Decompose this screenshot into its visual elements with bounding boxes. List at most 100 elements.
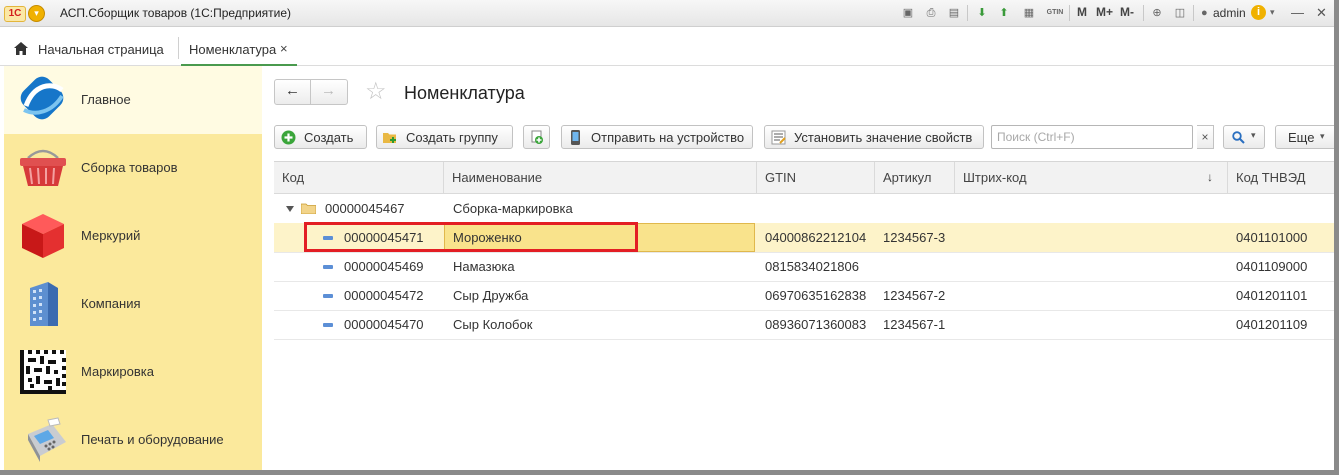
close-button[interactable]: ✕ — [1316, 5, 1327, 21]
table-row[interactable]: 00000045470 Сыр Колобок 08936071360083 1… — [274, 310, 1334, 340]
add-folder-icon — [383, 133, 396, 143]
properties-icon — [771, 130, 786, 145]
basket-icon — [20, 149, 66, 186]
cell-name: Сборка-маркировка — [453, 201, 573, 216]
copy-icon — [531, 130, 543, 144]
sidebar-item-main[interactable]: Главное — [4, 66, 262, 134]
memory-minus-button[interactable]: M- — [1120, 5, 1134, 19]
gtin-icon[interactable]: GTIN — [1046, 6, 1064, 20]
search-input[interactable]: Поиск (Ctrl+F) — [991, 125, 1193, 149]
terminal-icon — [28, 417, 66, 462]
table-row-group[interactable]: 00000045467 Сборка-маркировка — [274, 194, 1334, 224]
datamatrix-icon — [20, 350, 66, 394]
sidebar-item-label: Главное — [81, 92, 131, 107]
cell-code: 00000045467 — [325, 201, 405, 216]
preview-icon[interactable]: ▤ — [947, 6, 961, 20]
app-window: 1С ▾ АСП.Сборщик товаров (1С:Предприятие… — [0, 0, 1334, 470]
column-header-gtin[interactable]: GTIN — [757, 162, 875, 193]
zoom-icon[interactable]: ⊕ — [1150, 6, 1164, 20]
nomenclature-table: Код Наименование GTIN Артикул Штрих-код … — [274, 161, 1334, 342]
cell-article: 1234567-2 — [883, 288, 946, 303]
set-properties-label: Установить значение свойств — [794, 130, 973, 145]
info-icon[interactable]: i — [1251, 5, 1266, 20]
plus-icon — [281, 130, 296, 145]
send-to-device-button[interactable]: Отправить на устройство — [561, 125, 753, 149]
sidebar-item-label: Маркировка — [81, 364, 154, 379]
sidebar-item-assembly[interactable]: Сборка товаров — [4, 134, 262, 202]
table-row[interactable]: 00000045469 Намазюка 0815834021806 04011… — [274, 252, 1334, 282]
main-logo-icon — [20, 76, 64, 120]
cell-article: 1234567-1 — [883, 317, 946, 332]
print-icon[interactable]: ⎙ — [924, 6, 938, 20]
save-icon[interactable]: ▣ — [901, 6, 915, 20]
column-header-code[interactable]: Код — [274, 162, 444, 193]
user-icon: ● — [1201, 7, 1208, 19]
cell-code: 00000045469 — [344, 259, 424, 274]
column-header-name[interactable]: Наименование — [444, 162, 757, 193]
table-row-selected[interactable]: 00000045471 Мороженко 04000862212104 123… — [274, 222, 1334, 253]
sidebar-item-print[interactable]: Печать и оборудование — [4, 406, 262, 470]
history-nav: ← → — [274, 79, 348, 105]
favorite-star-icon[interactable]: ☆ — [365, 79, 387, 105]
table-row[interactable]: 00000045472 Сыр Дружба 06970635162838 12… — [274, 281, 1334, 311]
sort-arrow-icon: ↓ — [1207, 170, 1213, 184]
column-header-barcode[interactable]: Штрих-код — [955, 162, 1228, 193]
forward-button[interactable]: → — [311, 80, 346, 104]
create-group-button[interactable]: Создать группу — [376, 125, 513, 149]
main-menu-icon[interactable]: ▾ — [28, 5, 45, 22]
cell-gtin: 06970635162838 — [765, 288, 867, 303]
cell-name: Сыр Дружба — [453, 288, 529, 303]
cell-gtin: 04000862212104 — [765, 230, 867, 245]
folder-icon — [301, 203, 316, 214]
sidebar-item-label: Компания — [81, 296, 141, 311]
toolbar-separator — [1069, 5, 1070, 21]
expand-triangle-icon[interactable] — [286, 206, 294, 212]
cell-name: Сыр Колобок — [453, 317, 533, 332]
user-name[interactable]: admin — [1213, 6, 1246, 20]
search-placeholder: Поиск (Ctrl+F) — [997, 130, 1075, 144]
cell-tnved: 0401201101 — [1236, 288, 1308, 303]
tab-nomenclature[interactable]: Номенклатура × — [181, 35, 297, 66]
close-icon[interactable]: × — [280, 41, 288, 56]
search-button[interactable]: ▾ — [1223, 125, 1265, 149]
more-button[interactable]: Еще ▾ — [1275, 125, 1334, 149]
window-title: АСП.Сборщик товаров (1С:Предприятие) — [60, 6, 292, 20]
create-button-label: Создать — [304, 130, 354, 145]
device-icon — [571, 130, 580, 145]
item-icon — [323, 323, 333, 327]
table-header: Код Наименование GTIN Артикул Штрих-код … — [274, 162, 1334, 194]
search-clear-button[interactable]: × — [1197, 125, 1214, 149]
tab-home[interactable]: Начальная страница — [4, 35, 174, 63]
cell-tnved: 0401109000 — [1236, 259, 1308, 274]
set-properties-button[interactable]: Установить значение свойств — [764, 125, 984, 149]
copy-button[interactable] — [523, 125, 550, 149]
create-button[interactable]: Создать — [274, 125, 367, 149]
upload-icon[interactable]: ⬆ — [997, 6, 1011, 20]
chevron-down-icon[interactable]: ▾ — [1270, 7, 1275, 18]
column-header-article[interactable]: Артикул — [875, 162, 955, 193]
sidebar-item-label: Сборка товаров — [81, 160, 178, 175]
document-icon[interactable]: ▦ — [1022, 6, 1036, 20]
send-to-device-label: Отправить на устройство — [591, 130, 745, 145]
cube-icon — [22, 214, 64, 258]
title-bar: 1С ▾ АСП.Сборщик товаров (1С:Предприятие… — [0, 0, 1334, 27]
minimize-button[interactable]: — — [1291, 5, 1304, 20]
item-icon — [323, 294, 333, 298]
column-header-tnved[interactable]: Код ТНВЭД — [1228, 162, 1334, 193]
sidebar-item-company[interactable]: Компания — [4, 270, 262, 338]
sidebar-item-marking[interactable]: Маркировка — [4, 338, 262, 406]
chevron-down-icon: ▾ — [1251, 130, 1256, 140]
building-icon — [30, 282, 58, 326]
tab-home-label: Начальная страница — [38, 42, 164, 57]
back-button[interactable]: ← — [275, 80, 311, 104]
download-icon[interactable]: ⬇ — [975, 6, 989, 20]
cell-tnved: 0401101000 — [1236, 230, 1308, 245]
1c-logo-icon[interactable]: 1С — [4, 6, 26, 22]
highlight-annotation-box — [304, 222, 638, 252]
panel-icon[interactable]: ◫ — [1173, 6, 1187, 20]
memory-plus-button[interactable]: M+ — [1096, 5, 1113, 19]
cell-article: 1234567-3 — [883, 230, 946, 245]
memory-m-button[interactable]: M — [1077, 5, 1087, 19]
sidebar-item-mercury[interactable]: Меркурий — [4, 202, 262, 270]
cell-tnved: 0401201109 — [1236, 317, 1308, 332]
